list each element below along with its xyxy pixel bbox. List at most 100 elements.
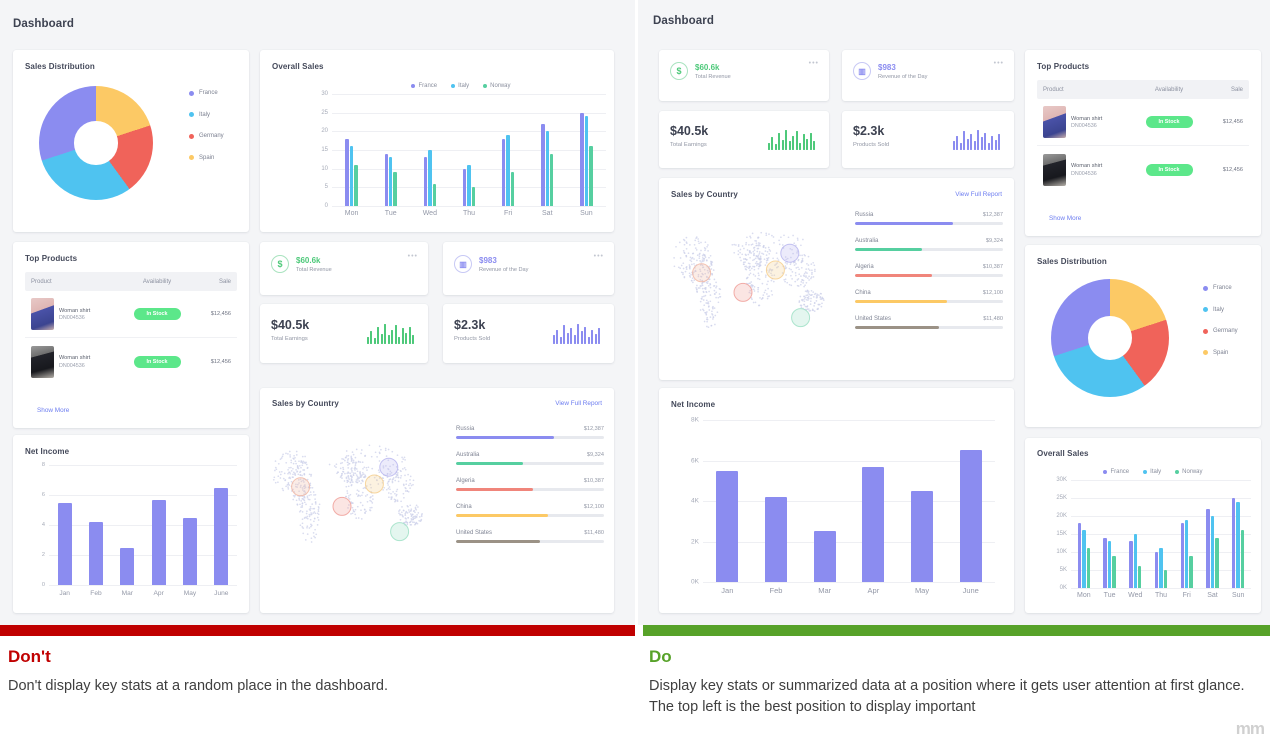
bar-norway (1241, 530, 1244, 588)
column-sale: Sale (191, 279, 231, 285)
bar-italy (350, 146, 353, 206)
bar-norway (472, 187, 475, 206)
sales-by-country-title-right: Sales by Country (671, 190, 738, 199)
card-menu-button[interactable]: ••• (809, 60, 819, 67)
country-value: $12,100 (983, 290, 1003, 296)
overall-sales-title-left: Overall Sales (272, 62, 324, 71)
y-tick-label: 6K (671, 457, 699, 464)
stat-label: Products Sold (454, 336, 490, 342)
sparkline-bar (785, 130, 787, 150)
legend-item-italy-right: Italy (1203, 307, 1238, 313)
product-thumbnail-woman-shirt-blue (31, 298, 54, 330)
country-value: $9,324 (587, 452, 604, 458)
x-tick-label: Mar (112, 590, 143, 597)
stat-text: $983 Revenue of the Day (479, 256, 528, 273)
dollar-circle-icon: $ (271, 255, 289, 273)
column-product: Product (1043, 87, 1135, 93)
sparkline-bar (778, 133, 780, 150)
sparkline-bar (974, 141, 976, 150)
x-tick-label: Tue (1097, 592, 1123, 599)
bar-norway (1189, 556, 1192, 588)
y-tick-label: 15 (300, 147, 328, 153)
bar-italy (1108, 541, 1111, 588)
legend-dot-france-icon (189, 91, 194, 96)
sparkline-bar (388, 335, 390, 344)
country-row: United States $11,480 (855, 316, 1003, 329)
view-full-report-link-left[interactable]: View Full Report (555, 400, 602, 407)
status-badge: In Stock (1146, 164, 1193, 176)
card-menu-button[interactable]: ••• (994, 60, 1004, 67)
stat-label: Products Sold (853, 142, 889, 148)
bar-france (1206, 509, 1209, 588)
dont-color-bar (0, 625, 635, 636)
bar-group (371, 94, 410, 206)
bar-group (752, 420, 801, 582)
gridline (703, 582, 995, 583)
table-row[interactable]: Woman shirt DN004536 In Stock $12,456 (25, 291, 237, 338)
sparkline-icon (553, 324, 601, 344)
legend-dot-norway-icon (483, 84, 487, 88)
legend-item-norway: Norway (1175, 464, 1202, 480)
country-name: United States (855, 316, 891, 322)
bar-france (345, 139, 348, 206)
view-full-report-link-right[interactable]: View Full Report (955, 191, 1002, 198)
overall-sales-title-right: Overall Sales (1037, 449, 1089, 458)
bar-italy (1185, 520, 1188, 588)
table-row[interactable]: Woman shirt DN004536 In Stock $12,456 (25, 338, 237, 385)
y-tick-label: 30K (1039, 477, 1067, 483)
bar-jan (716, 471, 738, 582)
country-row: Algeria$10,387 (456, 478, 604, 491)
sparkline-bar (810, 133, 812, 150)
show-more-link-right[interactable]: Show More (1049, 215, 1081, 222)
donut-ring-left (39, 86, 153, 200)
sparkline-bar (384, 324, 386, 344)
stat-content: ▥ $983 Revenue of the Day (853, 62, 927, 80)
table-row[interactable]: Woman shirt DN004536 In Stock $12,456 (1037, 146, 1249, 193)
column-sale: Sale (1203, 87, 1243, 93)
table-row[interactable]: Woman shirt DN004536 In Stock $12,456 (1037, 99, 1249, 146)
top-products-table-left: Product Availability Sale Woman shirt DN… (25, 272, 237, 385)
product-cell: Woman shirt DN004536 (31, 298, 123, 330)
country-row: Algeria$10,387 (855, 264, 1003, 277)
bar-group (1097, 480, 1123, 588)
chart-bars (1071, 480, 1251, 588)
chart-legend: FranceItalyNorway (1055, 464, 1251, 480)
net-income-card-right: Net Income 0K2K4K6K8KJanFebMarAprMayJune (659, 388, 1014, 613)
sparkline-bar (409, 327, 411, 344)
country-progress-track (855, 300, 1003, 303)
bar-france (424, 157, 427, 206)
country-progress-track (855, 248, 1003, 251)
product-thumbnail-woman-shirt-black (31, 346, 54, 378)
bar-norway (511, 172, 514, 206)
country-value: $11,480 (983, 316, 1003, 322)
sales-distribution-title-left: Sales Distribution (25, 62, 95, 71)
sparkline-bar (984, 133, 986, 150)
y-tick-label: 8 (17, 462, 45, 468)
world-map-left (270, 428, 450, 568)
x-tick-label: Apr (143, 590, 174, 597)
sparkline-bar (412, 335, 414, 344)
card-menu-button[interactable]: ••• (408, 253, 418, 260)
card-menu-button[interactable]: ••• (594, 253, 604, 260)
product-name: Woman shirt (59, 307, 90, 316)
country-progress-fill (456, 462, 523, 465)
sparkline-bar (806, 139, 808, 150)
country-value: $12,387 (983, 212, 1003, 218)
x-tick-label: Sun (567, 210, 606, 217)
show-more-link-left[interactable]: Show More (37, 407, 69, 414)
bar-norway (1138, 566, 1141, 588)
sparkline-bar (395, 325, 397, 344)
stat-label: Total Revenue (296, 267, 332, 273)
dont-heading: Don't (8, 648, 619, 667)
stat-text: $60.6k Total Revenue (695, 63, 731, 80)
country-value: $10,387 (983, 264, 1003, 270)
donut-legend-right: France Italy Germany Spain (1203, 285, 1238, 356)
x-tick-label: Sun (1225, 592, 1251, 599)
y-tick-label: 2K (671, 538, 699, 545)
availability-cell: In Stock (1135, 164, 1203, 176)
bar-france (502, 139, 505, 206)
bar-france (580, 113, 583, 206)
sparkline-bar (956, 136, 958, 150)
bar-norway (1164, 570, 1167, 588)
bar-apr (152, 500, 166, 586)
